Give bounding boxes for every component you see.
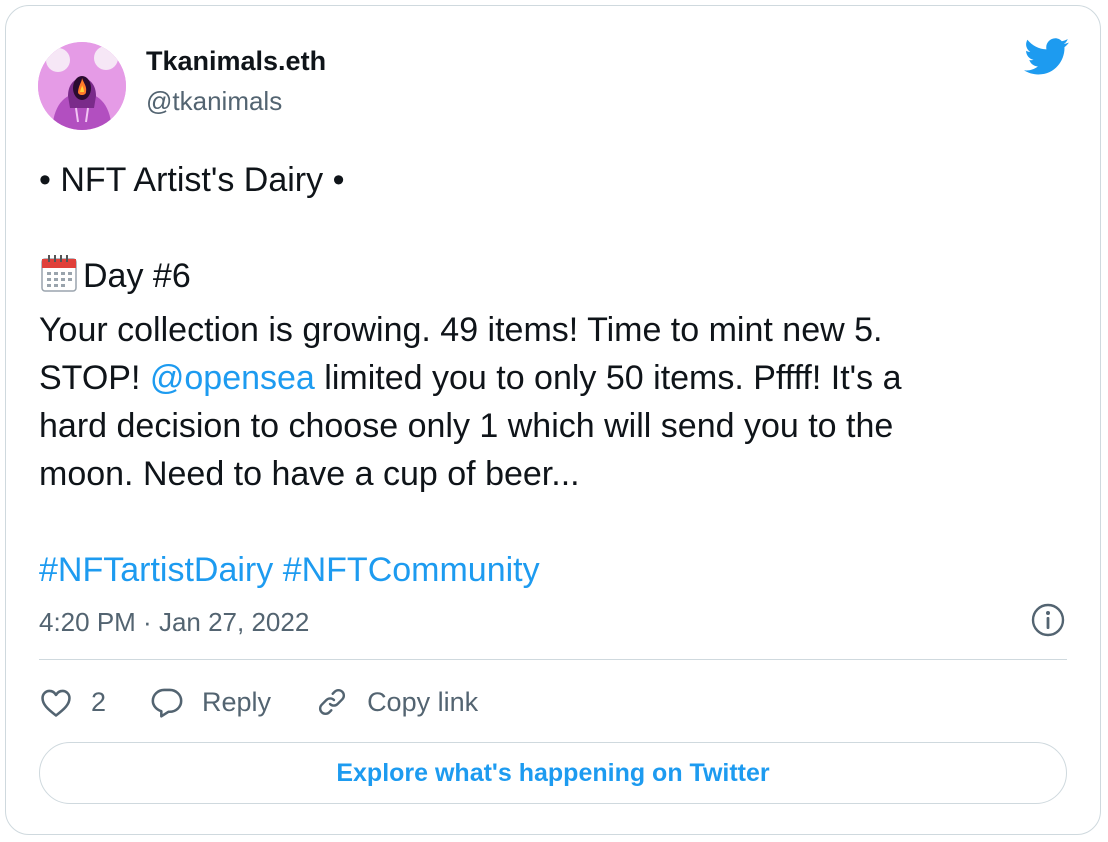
link-icon (319, 688, 346, 716)
heart-icon (41, 689, 71, 717)
tweet-title: • NFT Artist's Dairy • (39, 161, 345, 199)
day-label: Day #6 (83, 257, 191, 295)
explore-label: Explore what's happening on Twitter (336, 758, 770, 787)
day-line: Day #6 (39, 252, 1059, 306)
tweet-para-2: STOP! @opensea limited you to only 50 it… (39, 354, 1059, 402)
tweet-card: Tkanimals.eth @tkanimals • NFT Artist's … (5, 5, 1101, 835)
divider (39, 659, 1067, 660)
hashtag-nftartistdairy[interactable]: #NFTartistDairy (39, 551, 273, 589)
calendar-emoji-icon (39, 253, 79, 306)
explore-twitter-button[interactable]: Explore what's happening on Twitter (39, 742, 1067, 804)
reply-button[interactable]: Reply (150, 686, 271, 718)
copy-link-label: Copy link (367, 686, 479, 717)
info-icon[interactable] (1030, 602, 1066, 638)
tweet-time: 4:20 PM (39, 607, 136, 637)
tweet-text: • NFT Artist's Dairy • Day #6 Your colle… (39, 156, 1059, 594)
timestamp-separator: · (135, 607, 159, 637)
mention-opensea[interactable]: @opensea (150, 359, 315, 397)
tweet-para-4: moon. Need to have a cup of beer... (39, 455, 580, 493)
hashtags: #NFTartistDairy #NFTCommunity (39, 546, 1059, 594)
copy-link-button[interactable]: Copy link (315, 686, 478, 718)
reply-label: Reply (202, 686, 272, 717)
reply-icon (151, 688, 183, 718)
avatar-image (38, 42, 126, 130)
avatar[interactable] (38, 42, 126, 130)
action-bar: 2 Reply Copy link (39, 680, 522, 724)
tweet-para-2-rest: limited you to only 50 items. Pffff! It'… (314, 359, 902, 397)
tweet-para-3: hard decision to choose only 1 which wil… (39, 407, 894, 445)
twitter-bird-icon[interactable] (1024, 38, 1070, 76)
like-count: 2 (91, 686, 107, 717)
like-button[interactable]: 2 (39, 686, 106, 718)
tweet-para-1: Your collection is growing. 49 items! Ti… (39, 311, 883, 349)
hashtag-nftcommunity[interactable]: #NFTCommunity (283, 551, 540, 589)
author-name[interactable]: Tkanimals.eth (146, 44, 326, 78)
tweet-timestamp[interactable]: 4:20 PM · Jan 27, 2022 (39, 604, 309, 640)
stop-text: STOP! (39, 359, 150, 397)
tweet-date: Jan 27, 2022 (158, 607, 310, 637)
author-handle[interactable]: @tkanimals (146, 84, 282, 118)
